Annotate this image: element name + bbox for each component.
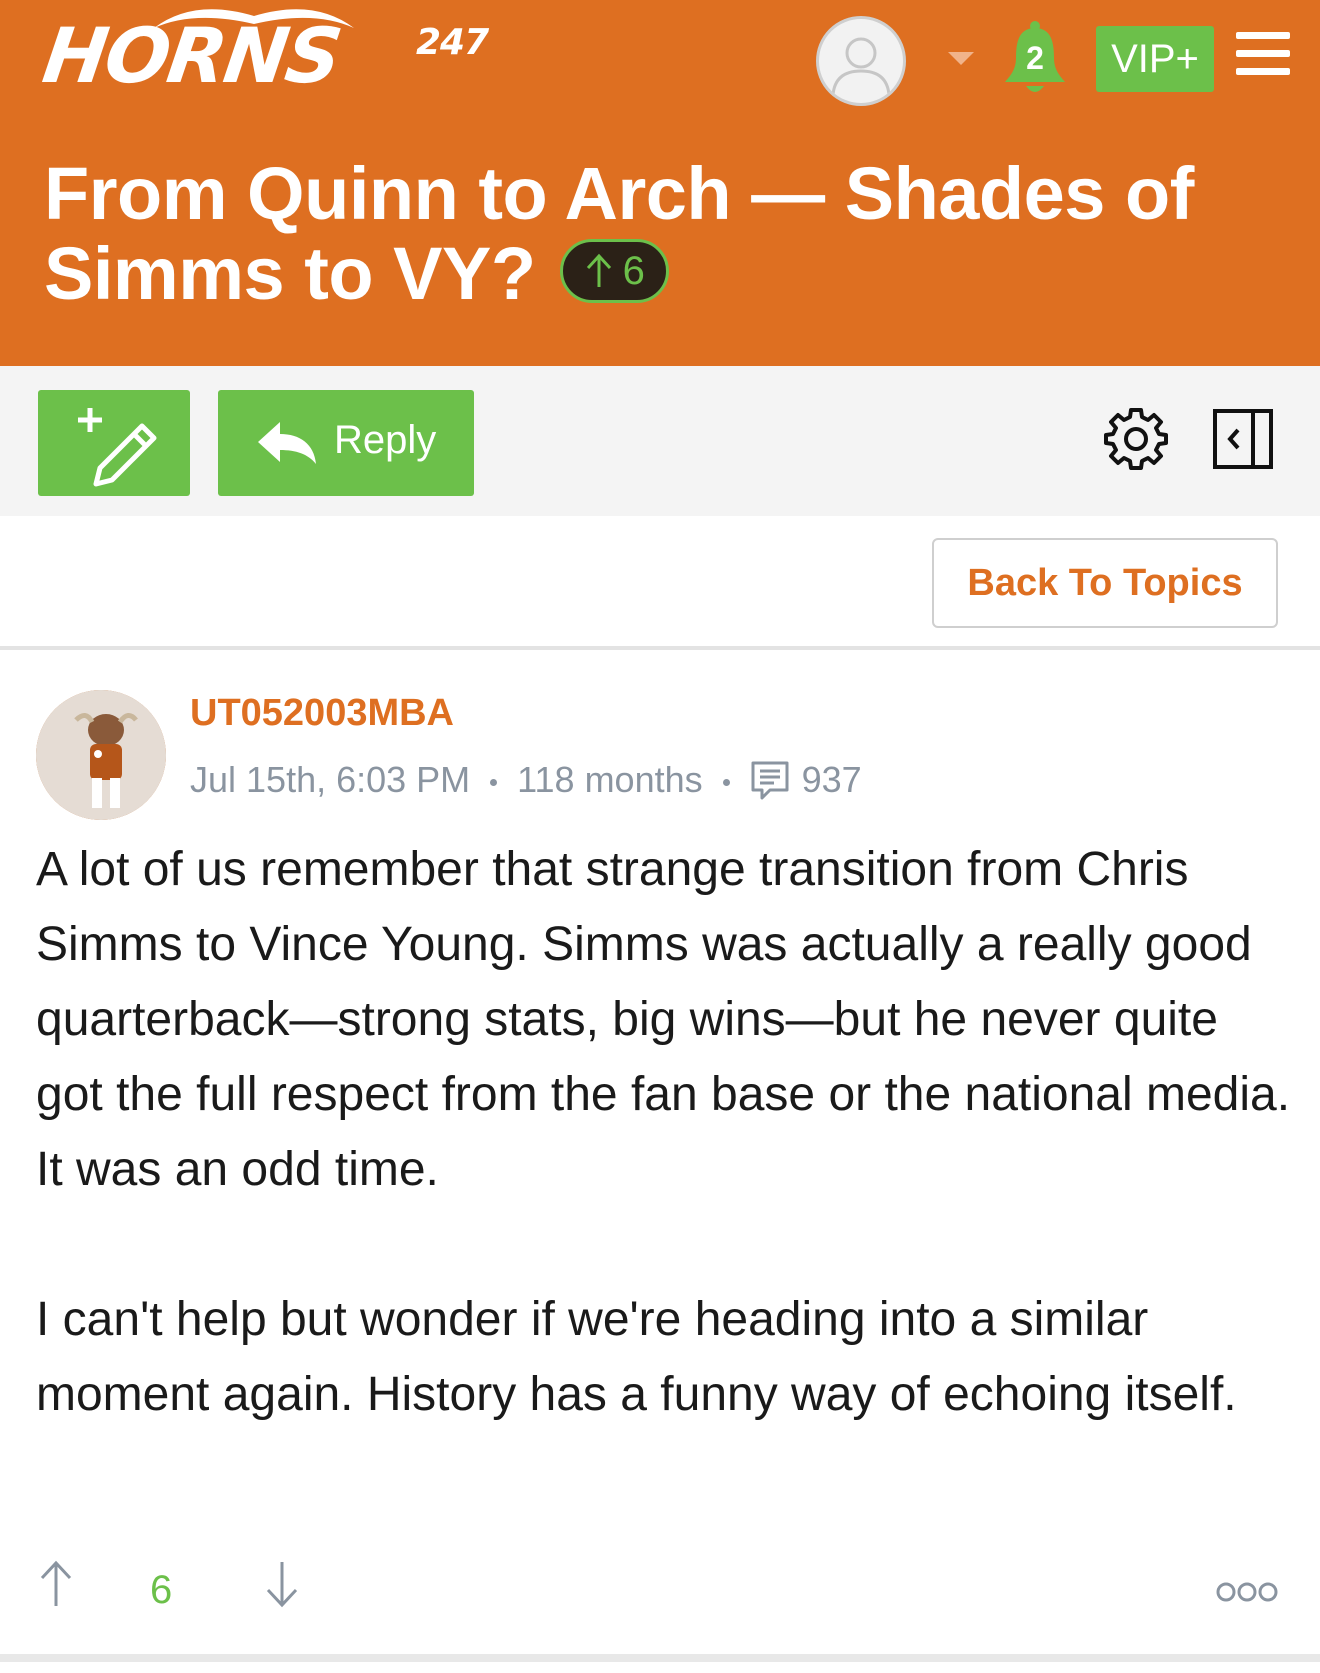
notification-count: 2 bbox=[1026, 40, 1044, 76]
reply-button[interactable]: Reply bbox=[218, 390, 474, 496]
downvote-icon[interactable] bbox=[264, 1560, 300, 1608]
gear-icon bbox=[1104, 408, 1168, 470]
notifications-button[interactable]: 2 bbox=[1002, 20, 1068, 98]
settings-button[interactable] bbox=[1104, 406, 1168, 470]
post-date: Jul 15th, 6:03 PM bbox=[190, 759, 471, 800]
forum-post: UT052003MBA Jul 15th, 6:03 PM 118 months 9… bbox=[0, 650, 1320, 1665]
post-divider bbox=[0, 1654, 1320, 1662]
site-header: HORNS 247 2 VIP+ From Quinn to Arch — Sh… bbox=[0, 0, 1320, 366]
thread-vote-count: 6 bbox=[622, 249, 645, 294]
member-tenure: 118 months bbox=[517, 759, 703, 800]
sidebar-collapse-icon bbox=[1213, 409, 1273, 469]
back-to-topics-button[interactable]: Back To Topics bbox=[932, 538, 1278, 628]
new-post-button[interactable] bbox=[38, 390, 190, 496]
sidebar-toggle-button[interactable] bbox=[1212, 408, 1276, 472]
post-meta: Jul 15th, 6:03 PM 118 months 937 bbox=[190, 758, 862, 802]
post-score: 6 bbox=[150, 1568, 173, 1612]
post-author-name[interactable]: UT052003MBA bbox=[190, 692, 454, 735]
vip-button[interactable]: VIP+ bbox=[1096, 26, 1214, 92]
post-paragraph: I can't help but wonder if we're heading… bbox=[36, 1293, 1237, 1421]
menu-icon[interactable] bbox=[1236, 32, 1290, 76]
site-logo[interactable]: HORNS 247 bbox=[38, 8, 564, 100]
chevron-down-icon[interactable] bbox=[948, 52, 974, 65]
meta-separator bbox=[490, 778, 498, 786]
thread-title: From Quinn to Arch — Shades of Simms to … bbox=[44, 154, 1294, 314]
upvote-icon[interactable] bbox=[38, 1560, 74, 1608]
logo-wordmark: HORNS bbox=[37, 11, 346, 100]
upvote-icon bbox=[586, 253, 611, 287]
thread-toolbar: Reply bbox=[0, 366, 1320, 516]
comment-icon bbox=[751, 761, 789, 800]
logo-number: 247 bbox=[416, 22, 489, 63]
user-avatar-icon[interactable] bbox=[816, 16, 906, 106]
thread-vote-badge: 6 bbox=[559, 239, 670, 304]
reply-arrow-icon bbox=[258, 422, 316, 464]
author-post-count: 937 bbox=[801, 759, 862, 800]
new-post-icon bbox=[78, 408, 157, 487]
post-body: A lot of us remember that strange transi… bbox=[36, 832, 1296, 1432]
post-author-avatar[interactable] bbox=[36, 690, 166, 820]
topics-nav: Back To Topics bbox=[0, 516, 1320, 650]
reply-label: Reply bbox=[334, 418, 437, 462]
more-icon[interactable] bbox=[1216, 1580, 1278, 1604]
post-actions: 6 bbox=[0, 1560, 1320, 1640]
post-paragraph: A lot of us remember that strange transi… bbox=[36, 843, 1291, 1196]
meta-separator bbox=[722, 778, 730, 786]
